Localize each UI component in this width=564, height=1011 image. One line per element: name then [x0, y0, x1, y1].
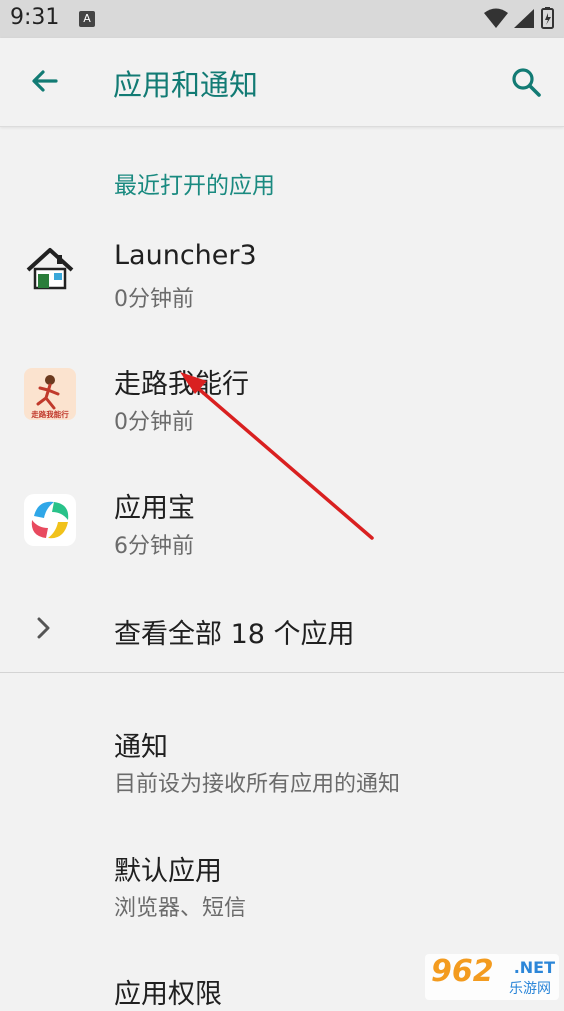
search-icon — [512, 68, 541, 97]
setting-title: 默认应用 — [114, 856, 222, 887]
walking-app-icon: 走路我能行 — [24, 368, 76, 420]
divider — [0, 672, 564, 673]
setting-notifications[interactable]: 通知 目前设为接收所有应用的通知 — [0, 705, 564, 815]
yingyongbao-icon — [24, 494, 76, 546]
status-icons — [484, 7, 556, 31]
app-time: 6分钟前 — [114, 534, 194, 559]
setting-subtitle: 目前设为接收所有应用的通知 — [114, 772, 401, 797]
app-name: Launcher3 — [114, 240, 257, 271]
battery-icon — [541, 7, 554, 29]
watermark-sub: 乐游网 — [509, 981, 551, 997]
walking-icon-text: 走路我能行 — [31, 409, 69, 419]
app-time: 0分钟前 — [114, 410, 194, 435]
arrow-left-icon — [32, 70, 58, 92]
section-header-recent-apps: 最近打开的应用 — [114, 173, 275, 199]
app-time: 0分钟前 — [114, 287, 194, 312]
signal-icon — [514, 9, 534, 28]
back-button[interactable] — [26, 64, 62, 100]
chevron-right-icon — [34, 614, 54, 646]
setting-title: 应用权限 — [114, 979, 222, 1010]
page-title: 应用和通知 — [113, 68, 259, 102]
app-bar: 应用和通知 — [0, 38, 564, 127]
setting-default-apps[interactable]: 默认应用 浏览器、短信 — [0, 829, 564, 939]
app-row-walking[interactable]: 走路我能行 走路我能行 0分钟前 — [0, 338, 564, 448]
house-icon — [24, 244, 76, 296]
app-row-yingyongbao[interactable]: 应用宝 6分钟前 — [0, 462, 564, 572]
see-all-apps-button[interactable]: 查看全部 18 个应用 — [0, 590, 564, 670]
setting-subtitle: 浏览器、短信 — [114, 896, 247, 921]
status-bar: 9:31 A — [0, 0, 564, 38]
wifi-icon — [484, 8, 508, 28]
watermark-logo: 962 .NET 乐游网 — [425, 954, 559, 1000]
search-button[interactable] — [508, 64, 544, 100]
app-row-launcher3[interactable]: Launcher3 0分钟前 — [0, 214, 564, 324]
see-all-apps-label: 查看全部 18 个应用 — [114, 619, 355, 650]
app-name: 走路我能行 — [114, 369, 249, 400]
accessibility-a-icon: A — [79, 11, 95, 27]
status-time: 9:31 — [10, 5, 60, 30]
app-name: 应用宝 — [114, 493, 195, 524]
watermark-net: .NET — [513, 958, 555, 977]
watermark-962: 962 — [431, 954, 494, 989]
setting-title: 通知 — [114, 732, 168, 763]
